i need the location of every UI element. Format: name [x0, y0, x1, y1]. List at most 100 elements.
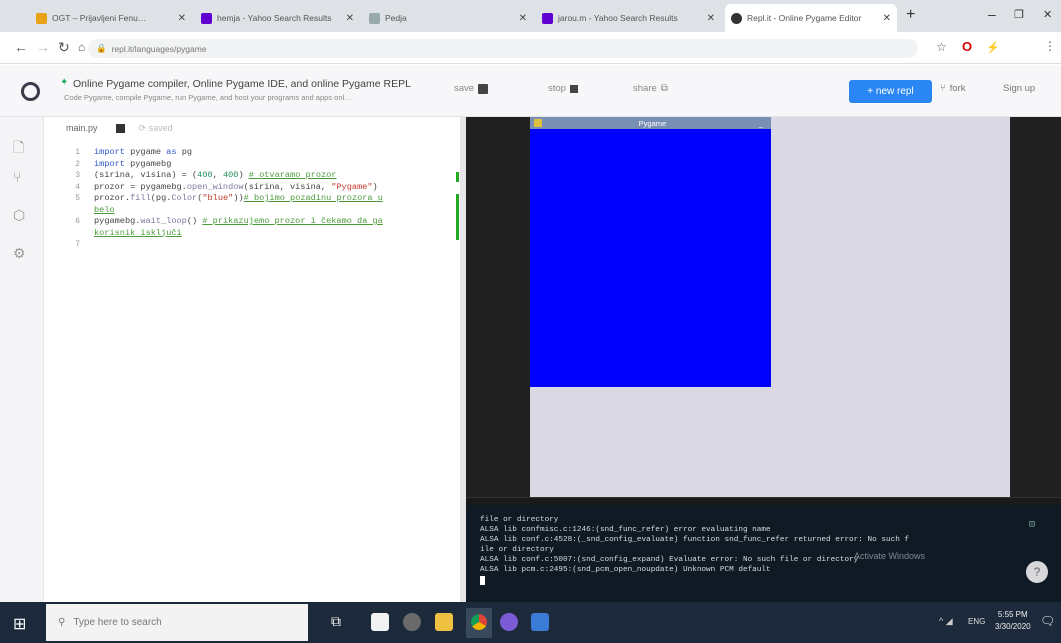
minimize-button[interactable]: – — [988, 6, 996, 22]
share-button[interactable]: share ⧉ — [633, 83, 668, 94]
close-tab-icon[interactable]: ✕ — [178, 13, 186, 24]
browser-tab-2[interactable]: hemja - Yahoo Search Results ✕ — [195, 4, 360, 32]
replit-favicon-icon — [731, 12, 742, 24]
clock[interactable]: 5:55 PM 3/30/2020 — [995, 609, 1031, 633]
console-line: ALSA lib conf.c:5007:(snd_config_expand)… — [480, 556, 859, 564]
packages-icon[interactable]: ⬡ — [13, 207, 25, 224]
opera-extension-icon[interactable]: O — [962, 39, 972, 54]
task-view-icon[interactable]: ⧉ — [331, 613, 341, 630]
file-explorer-icon[interactable] — [435, 613, 453, 631]
stop-icon — [569, 84, 578, 93]
back-icon[interactable]: ← — [14, 39, 28, 55]
line-number: 5 — [75, 194, 80, 203]
browser-tab-bar: OGT – Prijavljeni Fenu… ✕ hemja - Yahoo … — [0, 0, 1061, 32]
url-text: repl.it/languages/pygame — [111, 43, 207, 54]
code-token: # prikazujemo prozor i čekamo da ga — [202, 216, 383, 226]
file-tab-main[interactable]: main.py — [66, 123, 98, 133]
browser-tab-1[interactable]: OGT – Prijavljeni Fenu… ✕ — [30, 4, 192, 32]
version-control-icon[interactable]: ⑂ — [13, 169, 21, 185]
code-token: (sirina, visina) = ( — [94, 170, 198, 180]
console-line: ALSA lib confmisc.c:1246:(snd_func_refer… — [480, 526, 771, 534]
close-tab-icon[interactable]: ✕ — [346, 13, 354, 24]
chrome-taskbar-icon[interactable] — [466, 608, 492, 638]
extension-icon[interactable]: ⚡ — [986, 41, 1000, 54]
clear-console-icon[interactable]: ⊡ — [1029, 521, 1035, 531]
pygame-window-titlebar[interactable]: Pygame _ — [530, 117, 771, 129]
code-text: belo — [94, 205, 115, 216]
windows-start-icon[interactable]: ⊞ — [13, 614, 26, 634]
code-editor[interactable]: main.py ⟳ saved 1 import pygame as pg 2 imp… — [44, 117, 464, 602]
save-file-icon[interactable] — [115, 123, 125, 133]
code-token: , — [212, 170, 223, 180]
console-cursor — [480, 576, 485, 585]
code-token: ) — [372, 181, 378, 192]
help-icon[interactable]: ? — [1026, 561, 1048, 583]
store-app-icon[interactable] — [371, 613, 389, 631]
console-resize-handle[interactable] — [466, 497, 1061, 505]
close-tab-icon[interactable]: ✕ — [707, 13, 715, 24]
windows-taskbar: ⊞ ⚲ Type here to search ⧉ ^ ◢ ENG 5:55 P… — [0, 602, 1061, 643]
star-icon[interactable]: ☆ — [936, 40, 947, 54]
reload-icon[interactable]: ↻ — [58, 39, 70, 56]
browser-tab-3[interactable]: Pedja ✕ — [363, 4, 533, 32]
code-token: prozor. — [94, 193, 131, 203]
tab-label: OGT – Prijavljeni Fenu… — [52, 13, 147, 23]
share-icon: ⧉ — [660, 83, 668, 94]
pygame-minimize-icon[interactable]: _ — [759, 119, 763, 128]
code-text: prozor = pygamebg.open_window(sirina, vi… — [94, 182, 378, 193]
home-icon[interactable]: ⌂ — [78, 40, 85, 54]
save-icon — [478, 83, 489, 94]
code-token: import — [94, 147, 131, 157]
fork-button[interactable]: ⑂ fork — [940, 83, 966, 94]
browser-tab-active[interactable]: Repl.it - Online Pygame Editor ✕ — [725, 4, 897, 32]
maximize-button[interactable]: ❐ — [1014, 8, 1024, 21]
pygame-window-icon — [534, 119, 542, 127]
stop-label: stop — [548, 83, 566, 94]
sign-up-link[interactable]: Sign up — [1003, 83, 1035, 94]
line-number: 1 — [75, 148, 80, 157]
line-number: 7 — [75, 240, 80, 249]
new-repl-button[interactable]: + new repl — [849, 80, 932, 103]
code-token: korisnik isključi — [94, 227, 182, 238]
code-token: (pg. — [150, 193, 172, 203]
tab-label: jarou.m - Yahoo Search Results — [558, 13, 678, 23]
address-bar-row: ← → ↻ ⌂ 🔒 repl.it/languages/pygame ☆ O ⚡… — [0, 32, 1061, 88]
new-tab-button[interactable]: + — [906, 6, 915, 24]
menu-icon[interactable]: ⋮ — [1044, 39, 1056, 53]
console-line: ALSA lib conf.c:4528:(_snd_config_evalua… — [480, 536, 910, 544]
pygame-window[interactable]: Pygame _ — [530, 117, 771, 387]
photos-app-icon[interactable] — [531, 613, 549, 631]
console-output[interactable]: file or directory ALSA lib confmisc.c:12… — [466, 505, 1061, 602]
app-icon[interactable] — [500, 613, 518, 631]
save-button[interactable]: save — [454, 83, 489, 94]
code-token: pygamebg. — [94, 216, 141, 226]
code-token: ) — [238, 170, 249, 180]
clock-time: 5:55 PM — [997, 610, 1028, 619]
language-indicator[interactable]: ENG — [968, 617, 985, 626]
replit-logo-icon[interactable] — [21, 82, 40, 101]
change-marker — [456, 194, 459, 240]
line-number: 6 — [75, 217, 80, 226]
code-token: (sirina, visina, — [243, 181, 332, 192]
notifications-icon[interactable]: 🗨 — [1040, 614, 1055, 628]
files-icon[interactable]: 🗋 — [13, 137, 24, 161]
code-text: (sirina, visina) = (400, 400) # otvaramo… — [94, 170, 336, 181]
taskbar-search-box[interactable]: ⚲ Type here to search — [46, 604, 308, 641]
code-token: 400 — [222, 170, 239, 180]
code-token: wait_loop — [140, 216, 187, 226]
code-text: korisnik isključi — [94, 228, 182, 239]
app-icon[interactable] — [403, 613, 421, 631]
code-text: import pygamebg — [94, 159, 171, 170]
url-field[interactable]: 🔒 repl.it/languages/pygame — [88, 39, 918, 58]
close-window-button[interactable]: ✕ — [1043, 8, 1052, 21]
settings-gear-icon[interactable]: ⚙ — [13, 245, 26, 262]
browser-tab-4[interactable]: jarou.m - Yahoo Search Results ✕ — [536, 4, 721, 32]
system-tray-icons[interactable]: ^ ◢ — [939, 616, 953, 627]
share-label: share — [633, 83, 657, 94]
stop-button[interactable]: stop — [548, 83, 578, 94]
language-icon: ✦ — [60, 77, 69, 88]
code-token: as — [166, 147, 182, 157]
close-tab-icon[interactable]: ✕ — [883, 13, 891, 24]
close-tab-icon[interactable]: ✕ — [519, 13, 527, 24]
forward-icon[interactable]: → — [36, 39, 50, 55]
